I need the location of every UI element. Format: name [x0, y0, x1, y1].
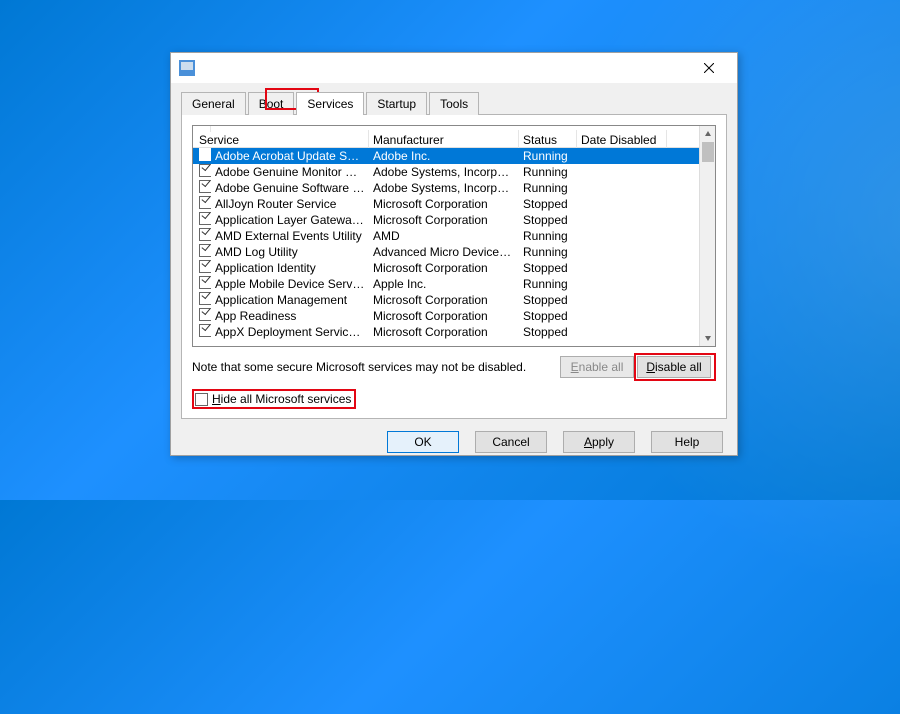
cell-manufacturer: Adobe Systems, Incorpora... — [369, 180, 519, 196]
cell-status: Running — [519, 148, 577, 164]
cell-service: Adobe Acrobat Update Service — [211, 148, 369, 164]
row-checkbox[interactable] — [199, 276, 211, 289]
cell-status: Stopped — [519, 308, 577, 324]
cell-service: AMD Log Utility — [211, 244, 369, 260]
table-row[interactable]: AMD Log UtilityAdvanced Micro Devices, I… — [193, 244, 715, 260]
table-row[interactable]: Adobe Genuine Software Integri...Adobe S… — [193, 180, 715, 196]
cell-status: Stopped — [519, 196, 577, 212]
ok-button[interactable]: OK — [387, 431, 459, 453]
services-panel: Service Manufacturer Status Date Disable… — [181, 114, 727, 419]
cell-service: AppX Deployment Service (AppX... — [211, 324, 369, 340]
row-checkbox[interactable] — [199, 292, 211, 305]
close-icon — [704, 63, 714, 73]
row-checkbox[interactable] — [199, 148, 211, 161]
scroll-up-button[interactable] — [700, 126, 716, 142]
tab-boot[interactable]: Boot — [248, 92, 295, 115]
disable-all-button[interactable]: Disable all — [637, 356, 711, 378]
table-row[interactable]: Application ManagementMicrosoft Corporat… — [193, 292, 715, 308]
cell-status: Running — [519, 228, 577, 244]
msconfig-window: General Boot Services Startup Tools Serv… — [170, 52, 738, 456]
cell-manufacturer: Microsoft Corporation — [369, 260, 519, 276]
cell-status: Running — [519, 244, 577, 260]
table-row[interactable]: AppX Deployment Service (AppX...Microsof… — [193, 324, 715, 340]
hide-microsoft-checkbox[interactable] — [195, 393, 208, 406]
cell-service: Apple Mobile Device Service — [211, 276, 369, 292]
list-header: Service Manufacturer Status Date Disable… — [193, 126, 715, 148]
cell-manufacturer: Adobe Systems, Incorpora... — [369, 164, 519, 180]
table-row[interactable]: Apple Mobile Device ServiceApple Inc.Run… — [193, 276, 715, 292]
table-row[interactable]: AMD External Events UtilityAMDRunning — [193, 228, 715, 244]
row-checkbox[interactable] — [199, 196, 211, 209]
row-checkbox[interactable] — [199, 244, 211, 257]
cell-manufacturer: Advanced Micro Devices, I... — [369, 244, 519, 260]
dialog-buttons: OK Cancel Apply Help — [171, 419, 737, 453]
row-checkbox[interactable] — [199, 164, 211, 177]
highlight-hide-microsoft: Hide all Microsoft services — [192, 389, 356, 409]
enable-all-button: Enable all — [560, 356, 634, 378]
cancel-button[interactable]: Cancel — [475, 431, 547, 453]
scroll-thumb[interactable] — [702, 142, 714, 162]
row-checkbox[interactable] — [199, 180, 211, 193]
cell-service: AMD External Events Utility — [211, 228, 369, 244]
row-checkbox[interactable] — [199, 308, 211, 321]
cell-manufacturer: Apple Inc. — [369, 276, 519, 292]
cell-manufacturer: Adobe Inc. — [369, 148, 519, 164]
tab-services[interactable]: Services — [296, 92, 364, 115]
table-row[interactable]: AllJoyn Router ServiceMicrosoft Corporat… — [193, 196, 715, 212]
cell-manufacturer: Microsoft Corporation — [369, 292, 519, 308]
app-icon — [179, 60, 195, 76]
cell-status: Stopped — [519, 260, 577, 276]
row-checkbox[interactable] — [199, 324, 211, 337]
table-row[interactable]: Application IdentityMicrosoft Corporatio… — [193, 260, 715, 276]
cell-status: Running — [519, 276, 577, 292]
cell-status: Stopped — [519, 324, 577, 340]
row-checkbox[interactable] — [199, 212, 211, 225]
highlight-disable-all: Disable all — [634, 353, 716, 381]
titlebar[interactable] — [171, 53, 737, 83]
table-row[interactable]: Adobe Acrobat Update ServiceAdobe Inc.Ru… — [193, 148, 715, 164]
col-manufacturer[interactable]: Manufacturer — [369, 130, 519, 150]
cell-manufacturer: Microsoft Corporation — [369, 196, 519, 212]
cell-status: Running — [519, 180, 577, 196]
cell-service: Adobe Genuine Monitor Service — [211, 164, 369, 180]
col-status[interactable]: Status — [519, 130, 577, 150]
chevron-up-icon — [704, 130, 712, 138]
chevron-down-icon — [704, 334, 712, 342]
cell-status: Stopped — [519, 212, 577, 228]
cell-service: Adobe Genuine Software Integri... — [211, 180, 369, 196]
cell-service: AllJoyn Router Service — [211, 196, 369, 212]
cell-manufacturer: AMD — [369, 228, 519, 244]
col-service[interactable]: Service — [193, 130, 369, 150]
cell-service: Application Management — [211, 292, 369, 308]
cell-status: Running — [519, 164, 577, 180]
tab-startup[interactable]: Startup — [366, 92, 427, 115]
apply-button[interactable]: Apply — [563, 431, 635, 453]
hide-microsoft-label: Hide all Microsoft services — [212, 392, 351, 406]
row-checkbox[interactable] — [199, 260, 211, 273]
col-date-disabled[interactable]: Date Disabled — [577, 130, 667, 150]
table-row[interactable]: App ReadinessMicrosoft CorporationStoppe… — [193, 308, 715, 324]
cell-service: App Readiness — [211, 308, 369, 324]
cell-status: Stopped — [519, 292, 577, 308]
cell-manufacturer: Microsoft Corporation — [369, 212, 519, 228]
tab-general[interactable]: General — [181, 92, 246, 115]
note-text: Note that some secure Microsoft services… — [192, 360, 552, 374]
services-list[interactable]: Service Manufacturer Status Date Disable… — [192, 125, 716, 347]
cell-manufacturer: Microsoft Corporation — [369, 324, 519, 340]
help-button[interactable]: Help — [651, 431, 723, 453]
cell-service: Application Layer Gateway Service — [211, 212, 369, 228]
cell-manufacturer: Microsoft Corporation — [369, 308, 519, 324]
scroll-down-button[interactable] — [700, 330, 716, 346]
close-button[interactable] — [689, 57, 729, 79]
table-row[interactable]: Adobe Genuine Monitor ServiceAdobe Syste… — [193, 164, 715, 180]
tabbar: General Boot Services Startup Tools — [171, 83, 737, 114]
row-checkbox[interactable] — [199, 228, 211, 241]
tab-tools[interactable]: Tools — [429, 92, 479, 115]
scrollbar[interactable] — [699, 126, 715, 346]
table-row[interactable]: Application Layer Gateway ServiceMicroso… — [193, 212, 715, 228]
cell-service: Application Identity — [211, 260, 369, 276]
